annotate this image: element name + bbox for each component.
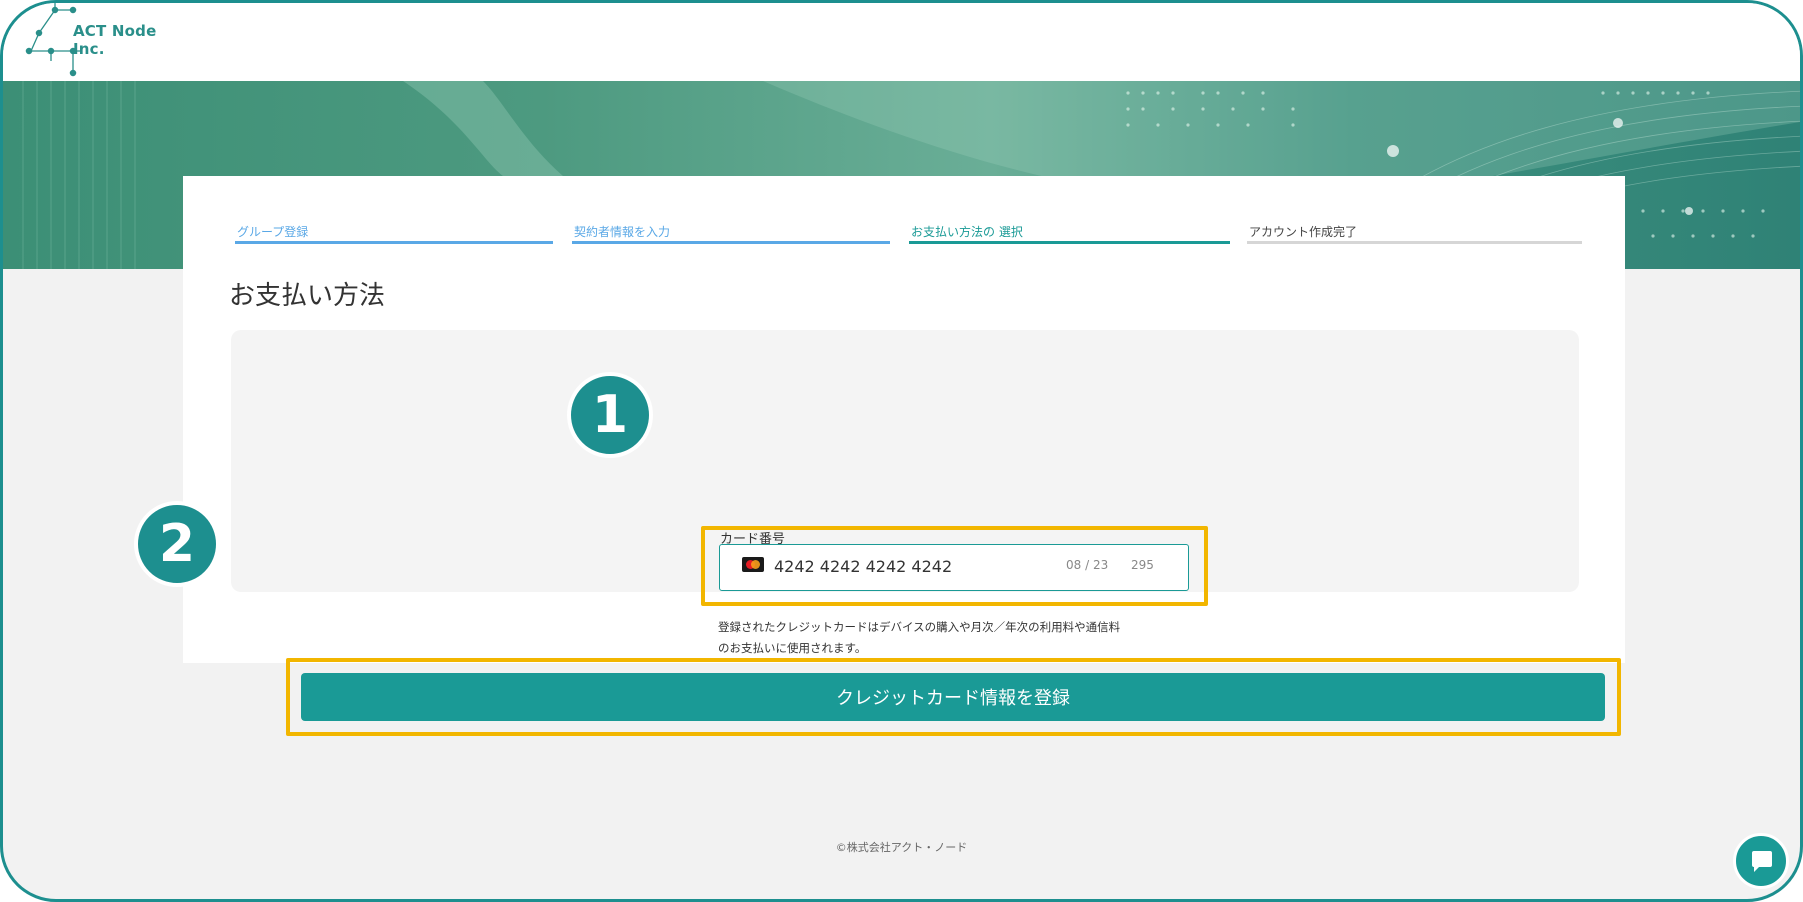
footer-copyright: ©株式会社アクト・ノード bbox=[835, 841, 968, 854]
card-number-input[interactable]: 4242 4242 4242 4242 08 / 23 295 bbox=[719, 544, 1189, 591]
notice-line: のお支払いに使用されます。 bbox=[718, 641, 867, 655]
top-bar: ACT Node Inc. bbox=[3, 3, 1800, 81]
step-label: お支払い方法の 選択 bbox=[911, 225, 1023, 239]
step-group-registration: グループ登録 bbox=[235, 223, 553, 244]
chat-bubble-icon bbox=[1752, 851, 1772, 872]
brand-name: ACT Node Inc. bbox=[73, 22, 157, 58]
company-logo[interactable]: ACT Node Inc. bbox=[21, 3, 191, 79]
step-bar bbox=[572, 241, 890, 244]
step-label: 契約者情報を入力 bbox=[574, 225, 671, 239]
notice-line: 登録されたクレジットカードはデバイスの購入や月次／年次の利用料や通信料 bbox=[718, 620, 1121, 634]
step-bar bbox=[909, 241, 1230, 244]
chat-support-button[interactable] bbox=[1733, 833, 1789, 889]
register-card-button[interactable]: クレジットカード情報を登録 bbox=[301, 673, 1605, 721]
mastercard-icon bbox=[742, 557, 764, 572]
step-payment-method: お支払い方法の 選択 bbox=[909, 223, 1230, 244]
page-title: お支払い方法 bbox=[229, 281, 386, 311]
progress-steps: グループ登録 契約者情報を入力 お支払い方法の 選択 アカウント作成完了 bbox=[235, 223, 1582, 244]
payment-card-panel: グループ登録 契約者情報を入力 お支払い方法の 選択 アカウント作成完了 お支払… bbox=[183, 176, 1625, 736]
annotation-badge-2: 2 bbox=[134, 501, 220, 587]
step-label: グループ登録 bbox=[237, 225, 309, 239]
step-bar bbox=[1247, 241, 1582, 244]
card-cvc-value[interactable]: 295 bbox=[1131, 558, 1154, 572]
annotation-badge-1: 1 bbox=[567, 372, 653, 458]
app-frame: ACT Node Inc. グループ登録 契約者情報を入力 お支払い方法の 選択… bbox=[0, 0, 1803, 902]
payment-form-panel: カード番号 4242 4242 4242 4242 08 / 23 295 登録… bbox=[231, 330, 1621, 736]
card-usage-notice: 登録されたクレジットカードはデバイスの購入や月次／年次の利用料や通信料 のお支払… bbox=[718, 617, 1198, 659]
network-logo-icon bbox=[25, 3, 95, 77]
step-account-complete: アカウント作成完了 bbox=[1247, 223, 1582, 244]
step-label: アカウント作成完了 bbox=[1249, 225, 1358, 239]
step-bar bbox=[235, 241, 553, 244]
card-expiry-value[interactable]: 08 / 23 bbox=[1066, 558, 1108, 572]
card-number-value: 4242 4242 4242 4242 bbox=[774, 557, 953, 576]
step-contractor-info: 契約者情報を入力 bbox=[572, 223, 890, 244]
